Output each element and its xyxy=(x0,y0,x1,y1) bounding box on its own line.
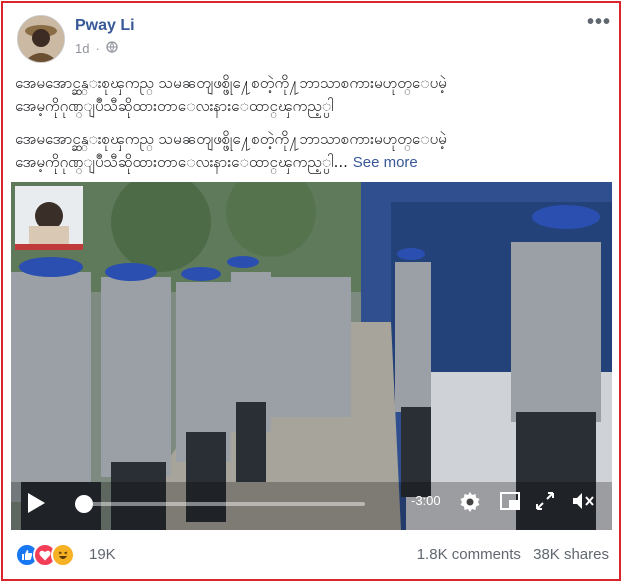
settings-icon[interactable] xyxy=(458,490,482,518)
globe-icon[interactable] xyxy=(106,41,118,56)
facebook-post: Pway Li 1d · ••• အေမအောင္ဆန္းစုၾကည္ သမၼတ… xyxy=(1,1,621,581)
post-text-line: အေမအောင္ဆန္းစုၾကည္ သမၼတျဖစ္ဖို႔ေစတဲ့ကို႔… xyxy=(15,74,447,92)
haha-icon xyxy=(51,543,75,567)
ellipsis-icon[interactable]: ••• xyxy=(587,11,611,34)
comments-count[interactable]: 1.8K comments xyxy=(417,546,521,563)
video-controls: -3:00 xyxy=(11,478,612,530)
shares-count[interactable]: 38K shares xyxy=(533,546,609,563)
dot-separator: · xyxy=(95,41,100,56)
avatar[interactable] xyxy=(17,15,65,63)
progress-scrubber[interactable] xyxy=(75,495,93,513)
reactions-count[interactable]: 19K xyxy=(89,546,116,563)
post-author[interactable]: Pway Li xyxy=(75,17,135,35)
video-player[interactable]: -3:00 xyxy=(11,182,612,530)
post-text-line: အေမ့ကိုဂုဏ္ျပဳသီဆိုထားတာေလးနားေထာင္ၾကည့္… xyxy=(15,151,607,174)
post-stats: 19K 1.8K comments 38K shares xyxy=(3,531,619,577)
play-icon[interactable] xyxy=(25,491,47,519)
post-text-line: အေမအောင္ဆန္းစုၾကည္ သမၼတျဖစ္ဖို႔ေစတဲ့ကို႔… xyxy=(15,130,447,148)
post-time[interactable]: 1d xyxy=(75,41,89,56)
see-more-link[interactable]: See more xyxy=(353,154,418,171)
pip-icon[interactable] xyxy=(499,490,521,516)
post-text-line: အေမ့ကိုဂုဏ္ျပဳသီဆိုထားတာေလးနားေထာင္ၾကည့္… xyxy=(15,97,334,115)
reaction-icons[interactable] xyxy=(15,543,75,567)
post-text-paragraph-2: အေမအောင္ဆန္းစုၾကည္ သမၼတျဖစ္ဖို႔ေစတဲ့ကို႔… xyxy=(15,128,607,174)
time-remaining: -3:00 xyxy=(411,493,441,508)
post-text-paragraph-1: အေမအောင္ဆန္းစုၾကည္ သမၼတျဖစ္ဖို႔ေစတဲ့ကို႔… xyxy=(15,72,607,118)
engagement-counts: 1.8K comments 38K shares xyxy=(417,546,609,563)
post-text-truncated: အေမ့ကိုဂုဏ္ျပဳသီဆိုထားတာေလးနားေထာင္ၾကည့္… xyxy=(15,153,348,171)
post-meta: 1d · xyxy=(75,41,118,56)
mute-icon[interactable] xyxy=(571,490,597,516)
fullscreen-icon[interactable] xyxy=(534,490,556,516)
progress-bar[interactable] xyxy=(75,495,365,513)
